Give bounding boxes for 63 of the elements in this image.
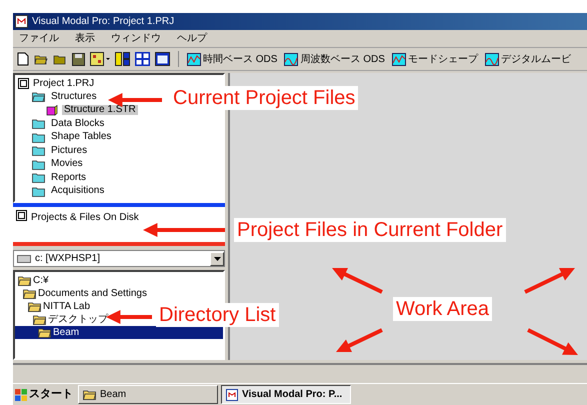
- disk-panel-label: Projects & Files On Disk: [31, 211, 139, 225]
- tree-item[interactable]: Structures: [49, 92, 99, 102]
- taskbar-button[interactable]: Beam: [78, 385, 218, 404]
- annotation-arrow: [524, 268, 575, 294]
- menu-item[interactable]: ウィンドウ: [111, 31, 161, 46]
- folder-icon: [83, 389, 96, 400]
- annotation-label: Project Files in Current Folder: [234, 218, 506, 242]
- folder-icon: [33, 314, 46, 325]
- tree-item[interactable]: Movies: [49, 159, 85, 170]
- annotation-arrow: [336, 328, 383, 352]
- app-icon: [15, 15, 28, 28]
- view-button[interactable]: 周波数ベース ODS: [284, 52, 385, 66]
- start-button[interactable]: スタート: [13, 386, 75, 403]
- tree-item[interactable]: Reports: [49, 172, 88, 183]
- directory-item[interactable]: Beam: [53, 328, 80, 338]
- folder-icon[interactable]: [53, 53, 67, 65]
- folder-icon: [18, 275, 31, 286]
- windows-logo-icon: [15, 388, 27, 400]
- columns-icon[interactable]: [115, 52, 130, 66]
- graph-icon: [284, 52, 298, 66]
- app-icon: [226, 388, 238, 400]
- tree-item[interactable]: Structure 1.STR: [62, 105, 138, 116]
- tree-item[interactable]: Data Blocks: [49, 118, 106, 129]
- folder-icon: [23, 288, 36, 299]
- folder-icon: [28, 301, 41, 312]
- taskbar-button[interactable]: Visual Modal Pro: P...: [221, 385, 351, 404]
- tree-item[interactable]: Shape Tables: [49, 132, 114, 142]
- view-button[interactable]: 時間ベース ODS: [187, 52, 278, 66]
- drive-icon: [17, 254, 31, 262]
- tile-icon[interactable]: [135, 52, 150, 66]
- open-folder-icon[interactable]: [34, 53, 48, 65]
- menu-item[interactable]: ヘルプ: [177, 31, 207, 46]
- tree-item[interactable]: Acquisitions: [49, 186, 106, 196]
- project-icon: [18, 78, 29, 89]
- tree-root[interactable]: Project 1.PRJ: [33, 76, 94, 91]
- directory-item[interactable]: NITTA Lab: [43, 302, 90, 312]
- new-file-icon[interactable]: [17, 52, 29, 66]
- drive-select[interactable]: c: [WXPHSP1]: [13, 250, 225, 267]
- save-icon[interactable]: [72, 52, 85, 66]
- annotation-arrow: [527, 328, 578, 355]
- annotation-label: Directory List: [156, 303, 279, 327]
- menu-item[interactable]: ファイル: [19, 31, 59, 46]
- directory-item[interactable]: Documents and Settings: [38, 288, 147, 298]
- grid-icon[interactable]: [90, 52, 110, 66]
- cube-icon: [46, 104, 58, 116]
- view-button[interactable]: モードシェープ: [392, 52, 478, 66]
- disk-icon: [16, 210, 27, 221]
- directory-item[interactable]: C:¥: [33, 276, 49, 286]
- graph-icon: [484, 52, 499, 66]
- annotation-label: Work Area: [393, 297, 492, 321]
- view-button[interactable]: デジタルムービ: [484, 52, 571, 66]
- window-title: Visual Modal Pro: Project 1.PRJ: [32, 15, 174, 29]
- selected-row[interactable]: Beam: [15, 326, 223, 339]
- tree-item[interactable]: Pictures: [49, 146, 90, 156]
- folder-icon: [38, 327, 51, 338]
- annotation-arrow: [108, 93, 162, 107]
- directory-item[interactable]: デスクトップ: [48, 314, 108, 324]
- menu-item[interactable]: 表示: [75, 31, 95, 46]
- graph-icon: [187, 52, 201, 66]
- window-icon[interactable]: [155, 52, 170, 66]
- annotation-arrow: [332, 268, 383, 294]
- graph-icon: [392, 52, 406, 66]
- dropdown-icon[interactable]: [210, 252, 224, 266]
